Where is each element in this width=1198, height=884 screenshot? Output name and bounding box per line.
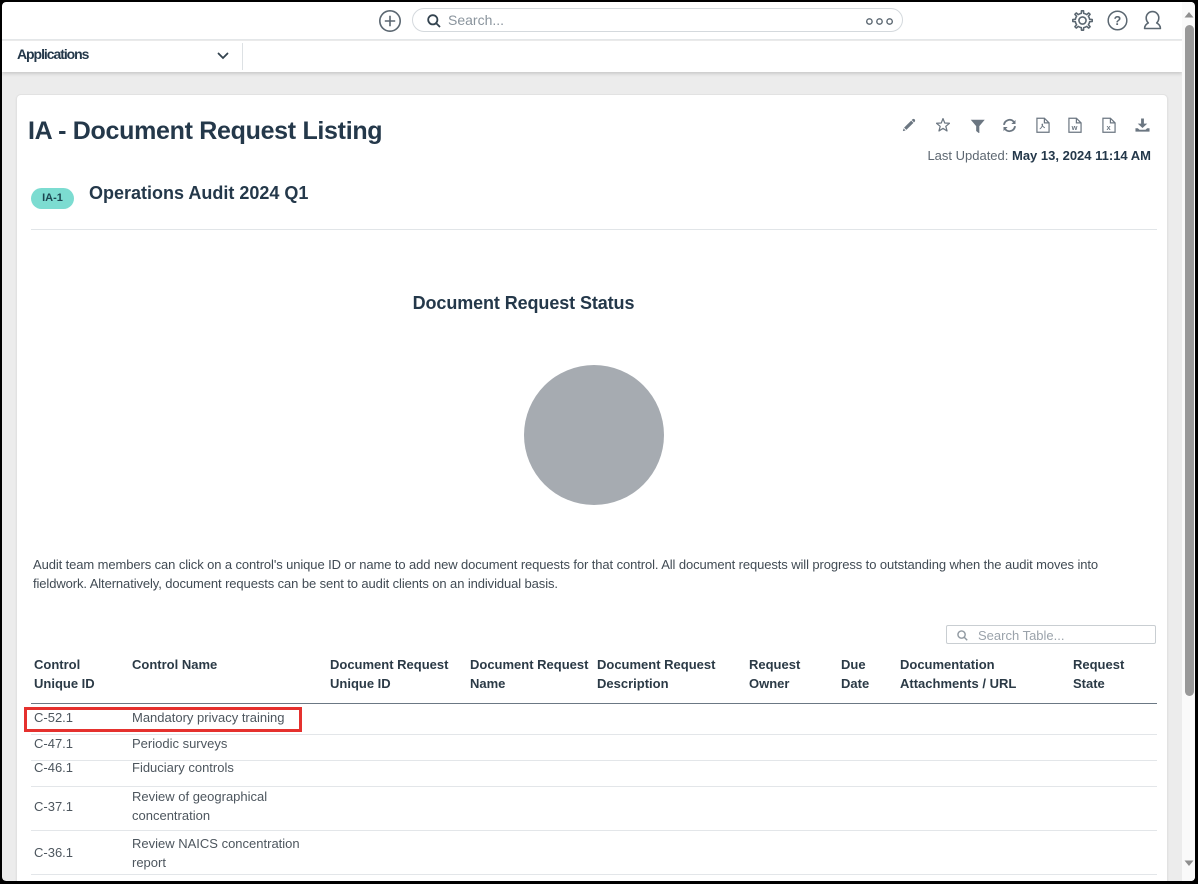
svg-text:?: ?: [1114, 14, 1122, 28]
svg-text:w: w: [1071, 122, 1078, 131]
svg-text:x: x: [1106, 122, 1111, 131]
